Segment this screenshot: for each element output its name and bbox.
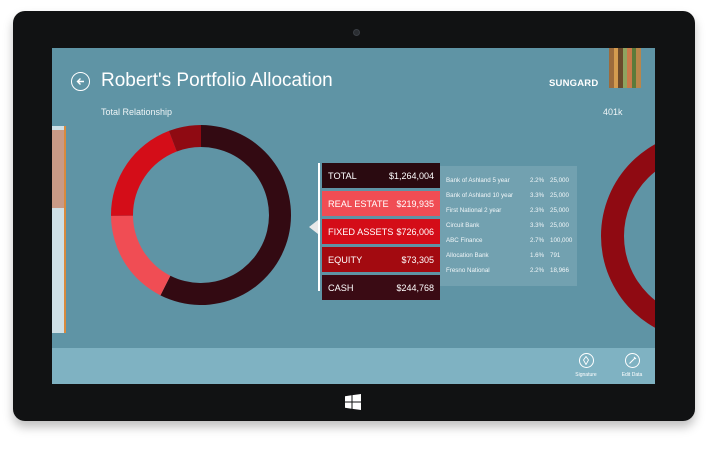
allocation-amount: $244,768 (396, 282, 434, 293)
allocation-amount: $219,935 (396, 198, 434, 209)
previous-panel-peek[interactable] (52, 126, 66, 333)
holding-rate: 2.2% (530, 177, 545, 184)
allocation-amount: $73,305 (401, 254, 434, 265)
back-button[interactable] (71, 72, 90, 91)
allocation-row-total[interactable]: TOTAL $1,264,004 (322, 163, 440, 188)
holding-name: Bank of Ashland 10 year (446, 192, 514, 199)
holding-rate: 1.6% (530, 252, 545, 259)
donut-segment-real-estate[interactable] (111, 215, 171, 296)
holding-amount: 100,000 (550, 237, 573, 244)
allocation-row-real-estate[interactable]: REAL ESTATE $219,935 (322, 191, 440, 216)
holding-amount: 18,966 (550, 267, 569, 274)
donut-segment-fixed-assets[interactable] (160, 125, 291, 305)
pen-nib-icon (578, 353, 594, 368)
panel-edge (64, 126, 66, 333)
holding-name: Bank of Ashland 5 year (446, 177, 510, 184)
holding-row[interactable]: Bank of Ashland 5 year 2.2% 25,000 (446, 177, 576, 191)
holding-row[interactable]: ABC Finance 2.7% 100,000 (446, 237, 576, 251)
edit-data-button[interactable]: Edit Data (612, 353, 652, 378)
holding-amount: 25,000 (550, 177, 569, 184)
holding-row[interactable]: Bank of Ashland 10 year 3.3% 25,000 (446, 192, 576, 206)
windows-logo-icon[interactable] (345, 394, 361, 410)
back-arrow-icon (76, 78, 84, 85)
sungard-logo: SUNGARD (549, 78, 599, 89)
list-accent-bar (318, 163, 320, 291)
holding-rate: 2.3% (530, 207, 545, 214)
holding-rate: 3.3% (530, 222, 545, 229)
brand-stripes (609, 48, 641, 88)
holding-amount: 25,000 (550, 222, 569, 229)
holding-name: Allocation Bank (446, 252, 489, 259)
allocation-label: EQUITY (328, 254, 363, 265)
holding-rate: 2.7% (530, 237, 545, 244)
holding-name: First National 2 year (446, 207, 502, 214)
holding-name: Circuit Bank (446, 222, 480, 229)
signature-label: Signature (575, 372, 597, 378)
allocation-donut-chart (111, 125, 291, 305)
camera-icon (353, 29, 360, 36)
allocation-label: FIXED ASSETS (328, 226, 394, 237)
client-photo (52, 130, 64, 208)
allocation-amount: $1,264,004 (388, 170, 434, 181)
allocation-label: CASH (328, 282, 354, 293)
selection-pointer (309, 220, 318, 234)
app-bar: Signature Edit Data (52, 348, 655, 384)
holding-row[interactable]: Fresno National 2.2% 18,966 (446, 267, 576, 281)
app-screen: Robert's Portfolio Allocation Total Rela… (52, 48, 655, 384)
holding-row[interactable]: Circuit Bank 3.3% 25,000 (446, 222, 576, 236)
total-relationship-label: Total Relationship (101, 107, 173, 117)
allocation-amount: $726,006 (396, 226, 434, 237)
account-type-label: 401k (603, 107, 623, 117)
allocation-row-cash[interactable]: CASH $244,768 (322, 275, 440, 300)
allocation-list: TOTAL $1,264,004 REAL ESTATE $219,935 FIXED … (318, 163, 440, 303)
next-chart-peek[interactable] (596, 126, 655, 346)
edit-data-label: Edit Data (621, 372, 643, 378)
holding-row[interactable]: Allocation Bank 1.6% 791 (446, 252, 576, 266)
holding-rate: 2.2% (530, 267, 545, 274)
allocation-row-fixed-assets[interactable]: FIXED ASSETS $726,006 (322, 219, 440, 244)
holding-amount: 25,000 (550, 207, 569, 214)
holding-name: Fresno National (446, 267, 490, 274)
holding-row[interactable]: First National 2 year 2.3% 25,000 (446, 207, 576, 221)
page-title: Robert's Portfolio Allocation (101, 70, 333, 91)
signature-button[interactable]: Signature (566, 353, 606, 378)
allocation-label: REAL ESTATE (328, 198, 389, 209)
holding-amount: 791 (550, 252, 561, 259)
holding-name: ABC Finance (446, 237, 483, 244)
brand-stripe (636, 48, 641, 88)
donut-segment-cash[interactable] (111, 130, 177, 216)
allocation-row-equity[interactable]: EQUITY $73,305 (322, 247, 440, 272)
holding-rate: 3.3% (530, 192, 545, 199)
holding-amount: 25,000 (550, 192, 569, 199)
pencil-icon (624, 353, 640, 368)
allocation-label: TOTAL (328, 170, 357, 181)
